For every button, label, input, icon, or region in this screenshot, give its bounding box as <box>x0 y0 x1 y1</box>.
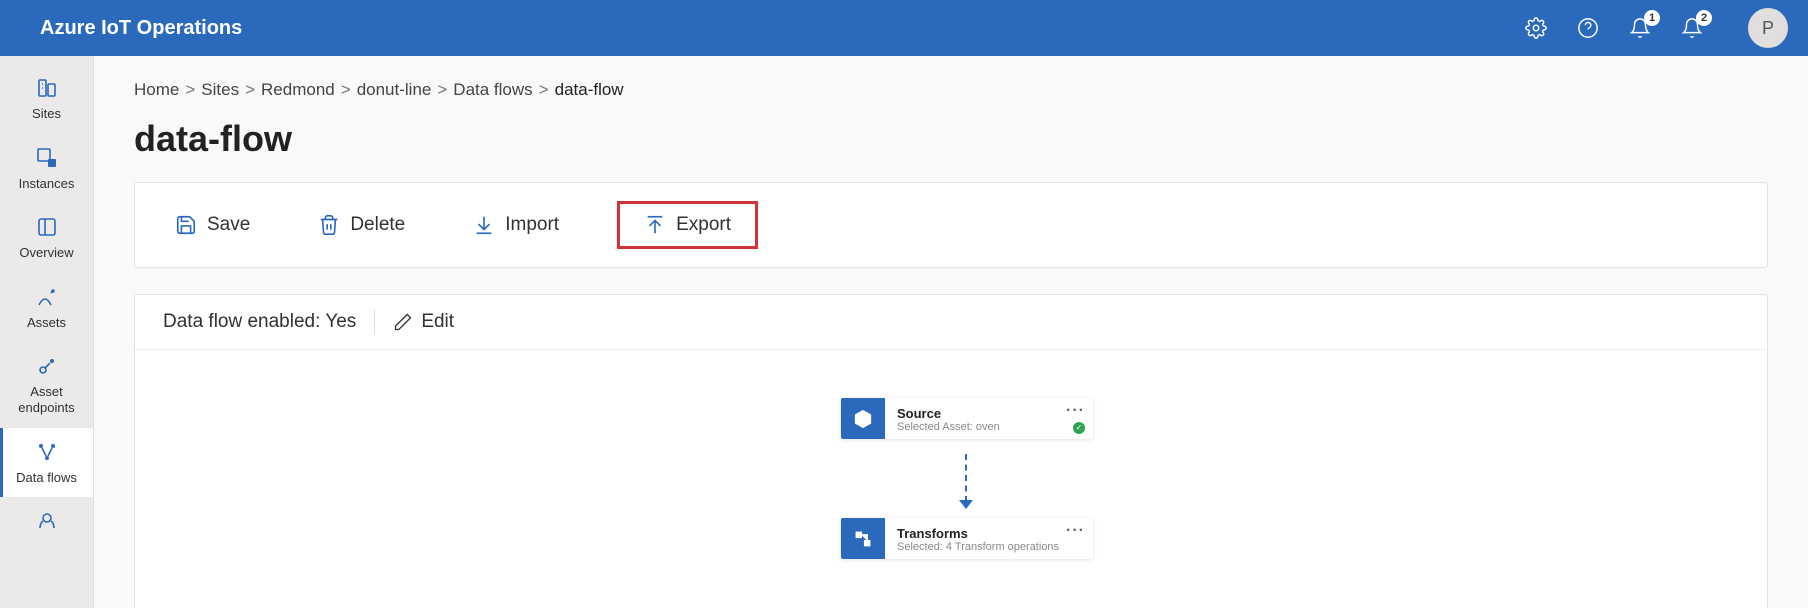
edit-button[interactable]: Edit <box>393 311 454 333</box>
sidebar-item-label: Assets <box>27 315 66 331</box>
breadcrumb-link[interactable]: Redmond <box>261 80 335 100</box>
import-button[interactable]: Import <box>463 210 569 240</box>
breadcrumb-link[interactable]: Data flows <box>453 80 532 100</box>
breadcrumb-link[interactable]: Home <box>134 80 179 100</box>
breadcrumb-sep: > <box>437 80 447 100</box>
sidebar-item-data-flows[interactable]: Data flows <box>0 428 93 498</box>
import-icon <box>473 214 495 236</box>
sidebar-item-label: Asset endpoints <box>4 384 89 415</box>
sidebar-item-sites[interactable]: Sites <box>0 64 93 134</box>
transform-icon <box>841 518 885 559</box>
app-title: Azure IoT Operations <box>40 17 242 40</box>
sidebar-item-label: Instances <box>19 176 75 192</box>
flow-node-transforms[interactable]: ··· Transforms Selected: 4 Transform ope… <box>841 518 1093 559</box>
export-button[interactable]: Export <box>617 201 758 249</box>
status-ok-icon <box>1073 422 1085 434</box>
save-button[interactable]: Save <box>165 210 260 240</box>
toolbar-panel: Save Delete Import Export <box>134 182 1768 268</box>
pencil-icon <box>393 312 413 332</box>
delete-label: Delete <box>350 214 405 236</box>
sidebar: Sites Instances Overview Assets Asset en… <box>0 56 94 608</box>
sidebar-item-more[interactable] <box>0 497 93 545</box>
avatar[interactable]: P <box>1748 8 1788 48</box>
node-subtitle: Selected Asset: oven <box>897 421 1081 433</box>
breadcrumb-sep: > <box>539 80 549 100</box>
flow-canvas[interactable]: ··· Source Selected Asset: oven ··· <box>135 350 1767 608</box>
notifications-icon-2[interactable]: 2 <box>1680 16 1704 40</box>
node-more-icon[interactable]: ··· <box>1066 402 1085 420</box>
main-content: Home > Sites > Redmond > donut-line > Da… <box>94 56 1808 608</box>
breadcrumb-link[interactable]: Sites <box>201 80 239 100</box>
node-title: Source <box>897 406 1081 421</box>
enabled-status: Data flow enabled: Yes <box>163 311 356 333</box>
settings-icon[interactable] <box>1524 16 1548 40</box>
export-icon <box>644 214 666 236</box>
sidebar-item-label: Data flows <box>16 470 77 486</box>
sidebar-item-label: Sites <box>32 106 61 122</box>
sidebar-item-asset-endpoints[interactable]: Asset endpoints <box>0 342 93 427</box>
save-label: Save <box>207 214 250 236</box>
cube-icon <box>841 398 885 439</box>
sidebar-item-assets[interactable]: Assets <box>0 273 93 343</box>
badge-count-1: 1 <box>1644 10 1660 26</box>
sidebar-item-instances[interactable]: Instances <box>0 134 93 204</box>
notifications-icon-1[interactable]: 1 <box>1628 16 1652 40</box>
flow-connector <box>965 454 967 502</box>
breadcrumb-sep: > <box>245 80 255 100</box>
node-title: Transforms <box>897 526 1081 541</box>
node-more-icon[interactable]: ··· <box>1066 522 1085 540</box>
arrowhead-icon <box>959 500 973 509</box>
breadcrumb-sep: > <box>185 80 195 100</box>
flow-panel: Data flow enabled: Yes Edit ··· Source <box>134 294 1768 608</box>
flow-node-source[interactable]: ··· Source Selected Asset: oven <box>841 398 1093 439</box>
import-label: Import <box>505 214 559 236</box>
breadcrumb-current: data-flow <box>555 80 624 100</box>
sidebar-item-label: Overview <box>19 245 73 261</box>
breadcrumb-link[interactable]: donut-line <box>357 80 432 100</box>
help-icon[interactable] <box>1576 16 1600 40</box>
breadcrumb-sep: > <box>341 80 351 100</box>
top-bar: Azure IoT Operations 1 2 P <box>0 0 1808 56</box>
status-bar: Data flow enabled: Yes Edit <box>135 295 1767 350</box>
page-title: data-flow <box>134 118 1768 160</box>
export-label: Export <box>676 214 731 236</box>
divider <box>374 309 375 335</box>
sidebar-item-overview[interactable]: Overview <box>0 203 93 273</box>
save-icon <box>175 214 197 236</box>
breadcrumb: Home > Sites > Redmond > donut-line > Da… <box>134 80 1768 100</box>
edit-label: Edit <box>421 311 454 333</box>
node-subtitle: Selected: 4 Transform operations <box>897 541 1081 553</box>
delete-button[interactable]: Delete <box>308 210 415 240</box>
badge-count-2: 2 <box>1696 10 1712 26</box>
trash-icon <box>318 214 340 236</box>
topbar-actions: 1 2 P <box>1524 8 1788 48</box>
